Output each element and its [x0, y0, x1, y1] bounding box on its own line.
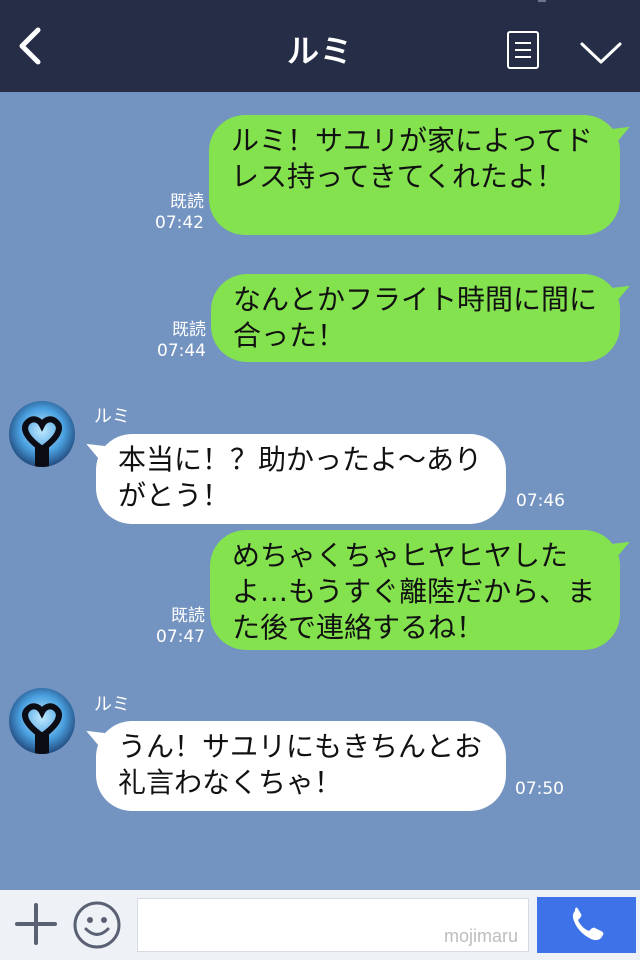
chat-title: ルミ	[286, 32, 353, 70]
message-text: めちゃくちゃヒヤヒヤしたよ…もうすぐ離陸だから、また後で連絡するね！	[232, 539, 596, 644]
phone-icon	[572, 907, 604, 941]
message-meta: 既読 07:42	[154, 192, 204, 234]
heart-hands-icon	[22, 416, 62, 467]
smiley-icon	[73, 901, 121, 949]
message-text: うん！サユリにもきちんとお礼言わなくちゃ！	[118, 730, 483, 799]
outgoing-message[interactable]: ルミ！サユリが家によってドレス持ってきてくれたよ！	[209, 115, 620, 235]
notes-button[interactable]	[507, 31, 539, 69]
add-button[interactable]	[14, 902, 58, 946]
sender-name: ルミ	[94, 406, 130, 427]
avatar[interactable]	[9, 401, 75, 467]
message-time: 07:42	[155, 213, 204, 233]
notes-icon	[515, 42, 531, 44]
message-meta: 既読 07:47	[155, 606, 205, 648]
read-receipt: 既読	[170, 192, 204, 212]
message-meta: 既読 07:44	[156, 320, 206, 362]
outgoing-message[interactable]: なんとかフライト時間に間に合った！	[211, 274, 620, 362]
incoming-message[interactable]: うん！サユリにもきちんとお礼言わなくちゃ！	[96, 721, 506, 811]
avatar[interactable]	[9, 688, 75, 754]
message-text: ルミ！サユリが家によってドレス持ってきてくれたよ！	[231, 124, 593, 193]
incoming-message[interactable]: 本当に！？助かったよ〜ありがとう！	[96, 434, 506, 524]
call-button[interactable]	[537, 897, 636, 953]
status-indicator	[538, 0, 546, 2]
read-receipt: 既読	[171, 606, 205, 626]
more-options-button[interactable]	[578, 38, 624, 68]
read-receipt: 既読	[172, 320, 206, 340]
emoji-button[interactable]	[72, 900, 122, 950]
outgoing-message[interactable]: めちゃくちゃヒヤヒヤしたよ…もうすぐ離陸だから、また後で連絡するね！	[210, 530, 620, 650]
watermark-text: mojimaru	[443, 926, 518, 946]
message-input[interactable]: mojimaru	[137, 898, 529, 952]
chat-area[interactable]: 既読 07:42 ルミ！サユリが家によってドレス持ってきてくれたよ！ 既読 07…	[0, 92, 640, 890]
chevron-down-icon	[580, 42, 622, 64]
message-time: 07:50	[515, 779, 564, 799]
heart-hands-icon	[22, 703, 62, 754]
message-text: 本当に！？助かったよ〜ありがとう！	[118, 443, 483, 512]
message-text: なんとかフライト時間に間に合った！	[233, 283, 598, 352]
input-bar: mojimaru	[0, 890, 640, 960]
plus-icon	[15, 903, 57, 945]
message-time: 07:46	[516, 491, 565, 511]
message-time: 07:47	[156, 627, 205, 647]
chat-header: ルミ	[0, 0, 640, 92]
sender-name: ルミ	[94, 694, 130, 715]
message-time: 07:44	[157, 341, 206, 361]
